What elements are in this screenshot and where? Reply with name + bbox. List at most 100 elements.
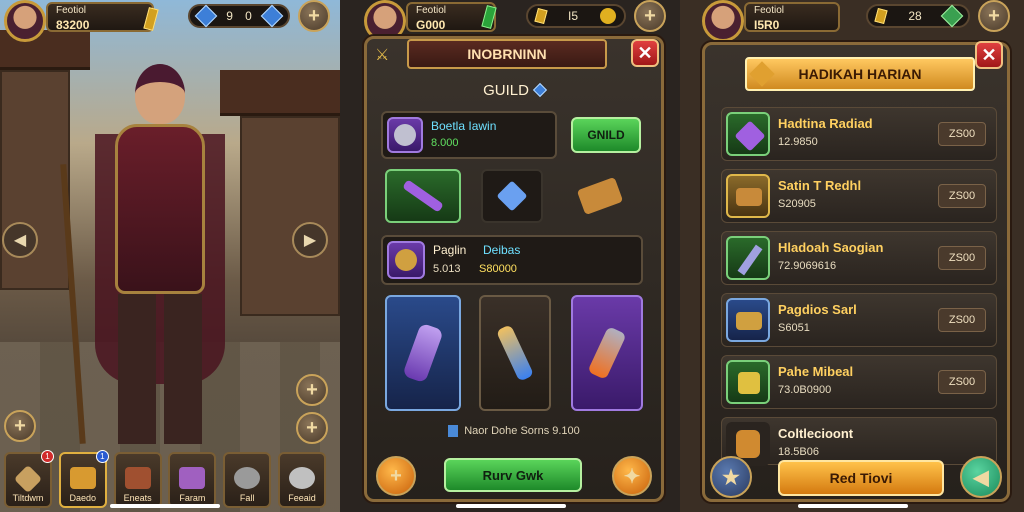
gear-slot-2[interactable] [479,295,551,411]
info-icon [448,425,459,437]
side-action-button-3[interactable]: + [4,410,36,442]
sword-icon: ⚔ [375,47,390,64]
player-name-plate: Feotiol 83200 [46,2,154,32]
add-button[interactable]: + [376,456,416,496]
primary-action-button[interactable]: Red Tiovi [778,460,944,496]
list-item[interactable]: Pagdios Sarl S6051 ZS00 [721,293,997,347]
item-thumbnail [726,112,770,156]
list-item[interactable]: Hladoah Saogian 72.9069616 ZS00 [721,231,997,285]
emerald-icon [940,4,964,28]
guild-name: Boetla Iawin [431,119,497,133]
scroll-icon [69,467,96,489]
side-action-button-1[interactable]: + [296,374,328,406]
price-button[interactable]: ZS00 [938,122,986,146]
back-button[interactable]: ◀ [960,456,1002,498]
item-slot-1[interactable] [385,169,461,223]
nav-item-1[interactable]: 1 Tiltdwm [4,450,54,508]
price-button[interactable]: ZS00 [938,246,986,270]
item-thumbnail [726,298,770,342]
nav-item-5[interactable]: Fall [223,452,272,508]
plus-icon: + [14,414,26,437]
item-name: Hladoah Saogian [778,240,884,255]
item-slot-2[interactable] [481,169,543,223]
ingot-icon [874,7,888,25]
mace-icon [734,120,766,152]
guild-panel: INOBRNINN ⚔ ✕ GUILD Boetla Iawin 8.000 G… [364,36,664,502]
daily-panel: HADIKAH HARIAN ✕ Hadtina Radiad 12.9850 … [702,41,1010,502]
nav-item-2[interactable]: 1 Daedo [58,450,109,508]
list-item[interactable]: Pahe Mibeal 73.0B0900 ZS00 [721,355,997,409]
item-name: Pagdios Sarl [778,302,857,317]
gem-counter: 9 0 [188,4,290,28]
home-indicator[interactable] [456,504,566,508]
star-icon: ✦ [623,465,641,488]
section-label: GUILD [483,81,529,99]
price-button[interactable]: ZS00 [938,370,986,394]
panel-title: INOBRNINN [407,39,607,69]
member-emblem [387,241,425,279]
diamond-icon [13,464,43,494]
price-button[interactable]: ZS00 [938,308,986,332]
nav-label: Daedo [69,493,97,503]
nav-item-6[interactable]: Feeaid [277,452,326,508]
nav-label: Tiltdwm [12,493,44,503]
previous-hero-button[interactable]: ◀ [2,222,38,258]
gem-large-icon [260,4,284,28]
home-indicator[interactable] [110,504,220,508]
chevron-left-icon: ◀ [13,232,27,249]
list-item[interactable]: Hadtina Radiad 12.9850 ZS00 [721,107,997,161]
gem-count: 0 [245,9,252,23]
nav-label: Feeaid [288,493,316,503]
add-currency-button[interactable]: + [978,0,1010,32]
player-name-plate: Feotiol I5R0 [744,2,840,32]
close-icon: ✕ [637,42,653,63]
list-item[interactable]: Coltlecioont 18.5B06 [721,417,997,466]
mace-icon [402,322,444,384]
guild-button[interactable]: GNILD [571,117,641,153]
section-header: GUILD [367,79,661,101]
special-action-button[interactable]: ✦ [612,456,652,496]
top-bar: Feotiol I5R0 28 + [680,0,1024,42]
item-thumbnail [726,236,770,280]
gem-value: 9 [226,9,233,23]
potion-icon [736,430,760,458]
player-gold: 83200 [56,18,90,32]
crystal-icon [496,180,528,212]
item-name: Hadtina Radiad [778,116,873,131]
notification-badge: 1 [95,450,109,463]
nav-item-4[interactable]: Faram [168,452,217,508]
star-button[interactable]: ★ [710,456,752,498]
next-hero-button[interactable]: ▶ [292,222,328,258]
bottom-nav: 1 Tiltdwm 1 Daedo Eneats Faram Fall Feea… [0,450,330,512]
close-button[interactable]: ✕ [631,39,659,67]
add-currency-button[interactable]: + [634,0,666,32]
item-slot-3[interactable] [565,169,635,223]
player-gold: G000 [416,18,446,32]
side-action-button-2[interactable]: + [296,412,328,444]
plus-icon: + [390,464,402,487]
list-item[interactable]: Satin T Redhl S20905 ZS00 [721,169,997,223]
primary-action-button[interactable]: Rurv Gwk [444,458,582,492]
home-indicator[interactable] [798,504,908,508]
wand-icon [737,244,763,276]
ingot-icon [534,7,548,25]
gear-slot-3[interactable] [571,295,643,411]
top-bar: Feotiol 83200 9 0 + [0,0,340,42]
potion-icon [179,467,206,489]
member-sub-b: S80000 [479,263,517,275]
guild-card[interactable]: Boetla Iawin 8.000 [381,111,557,159]
gear-slot-1[interactable] [385,295,461,411]
plus-icon: + [644,4,656,27]
hero-character[interactable] [60,54,260,454]
nav-item-3[interactable]: Eneats [113,452,162,508]
close-button[interactable]: ✕ [975,41,1003,69]
price-button[interactable]: ZS00 [938,184,986,208]
gem-icon [194,4,218,28]
player-avatar[interactable] [4,0,46,42]
member-card[interactable]: Paglin Deibas 5.013 S80000 [381,235,643,285]
member-name: Paglin [433,243,467,257]
player-avatar[interactable] [702,0,744,42]
wand-icon [402,179,444,213]
add-currency-button[interactable]: + [298,0,330,32]
player-name: Feotiol [56,5,87,16]
